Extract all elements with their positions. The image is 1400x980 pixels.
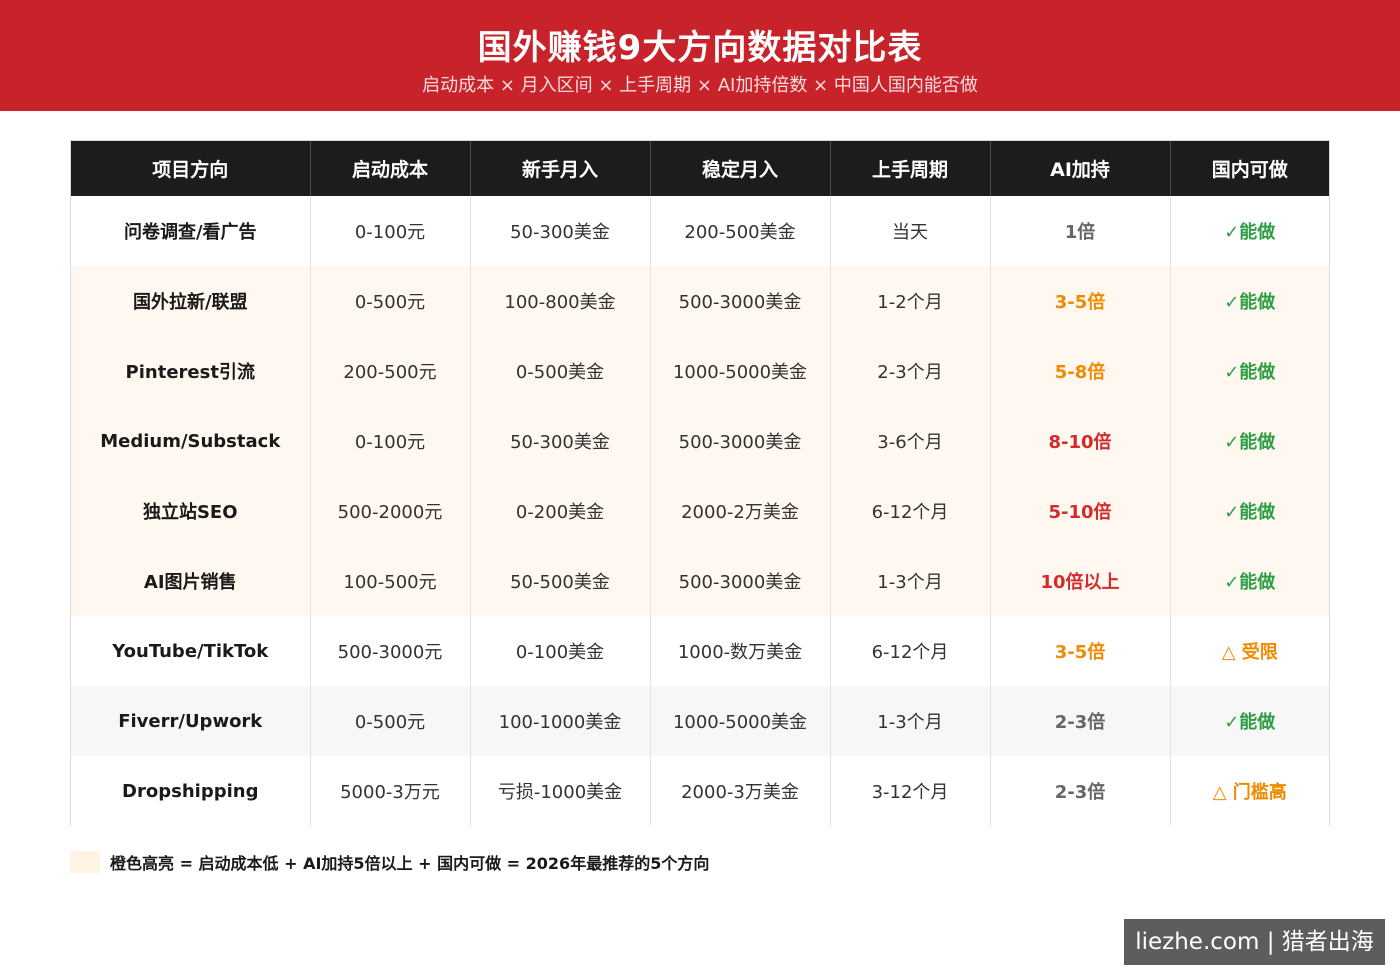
cell-stable-income: 200-500美金 xyxy=(649,196,830,266)
header-banner: 国外赚钱9大方向数据对比表 启动成本 × 月入区间 × 上手周期 × AI加持倍… xyxy=(0,0,1400,111)
comparison-table-container: 项目方向 启动成本 新手月入 稳定月入 上手周期 AI加持 国内可做 问卷调查/… xyxy=(70,140,1330,826)
cell-project: YouTube/TikTok xyxy=(71,616,310,686)
column-header-domestic: 国内可做 xyxy=(1169,141,1329,196)
cell-cost: 0-500元 xyxy=(309,686,470,756)
cell-domestic: ✓能做 xyxy=(1169,546,1329,616)
table-row: Fiverr/Upwork 0-500元 100-1000美金 1000-500… xyxy=(71,686,1329,756)
cell-domestic: ✓能做 xyxy=(1169,476,1329,546)
watermark-badge: liezhe.com | 猎者出海 xyxy=(1124,919,1385,965)
cell-ai-boost: 2-3倍 xyxy=(989,756,1170,826)
cell-period: 1-3个月 xyxy=(829,546,990,616)
legend-text: 橙色高亮 = 启动成本低 + AI加持5倍以上 + 国内可做 = 2026年最推… xyxy=(110,854,710,873)
cell-domestic: ✓能做 xyxy=(1169,196,1329,266)
cell-ai-boost: 2-3倍 xyxy=(989,686,1170,756)
cell-domestic: ✓能做 xyxy=(1169,406,1329,476)
cell-period: 3-6个月 xyxy=(829,406,990,476)
cell-cost: 200-500元 xyxy=(309,336,470,406)
cell-ai-boost: 8-10倍 xyxy=(989,406,1170,476)
cell-project: 独立站SEO xyxy=(71,476,310,546)
table-row: 国外拉新/联盟 0-500元 100-800美金 500-3000美金 1-2个… xyxy=(71,266,1329,336)
cell-period: 1-3个月 xyxy=(829,686,990,756)
cell-project: AI图片销售 xyxy=(71,546,310,616)
cell-newbie-income: 0-200美金 xyxy=(469,476,650,546)
table-row: Dropshipping 5000-3万元 亏损-1000美金 2000-3万美… xyxy=(71,756,1329,826)
table-header-row: 项目方向 启动成本 新手月入 稳定月入 上手周期 AI加持 国内可做 xyxy=(71,141,1329,196)
cell-ai-boost: 3-5倍 xyxy=(989,266,1170,336)
cell-cost: 5000-3万元 xyxy=(309,756,470,826)
cell-stable-income: 2000-2万美金 xyxy=(649,476,830,546)
cell-period: 6-12个月 xyxy=(829,476,990,546)
cell-domestic: △ 受限 xyxy=(1169,616,1329,686)
table-body: 问卷调查/看广告 0-100元 50-300美金 200-500美金 当天 1倍… xyxy=(71,196,1329,826)
table-row: 问卷调查/看广告 0-100元 50-300美金 200-500美金 当天 1倍… xyxy=(71,196,1329,266)
cell-domestic: ✓能做 xyxy=(1169,336,1329,406)
cell-stable-income: 2000-3万美金 xyxy=(649,756,830,826)
cell-period: 3-12个月 xyxy=(829,756,990,826)
cell-cost: 0-500元 xyxy=(309,266,470,336)
cell-stable-income: 1000-5000美金 xyxy=(649,686,830,756)
table-row: 独立站SEO 500-2000元 0-200美金 2000-2万美金 6-12个… xyxy=(71,476,1329,546)
cell-project: 问卷调查/看广告 xyxy=(71,196,310,266)
cell-newbie-income: 0-100美金 xyxy=(469,616,650,686)
column-header-cost: 启动成本 xyxy=(309,141,470,196)
cell-cost: 0-100元 xyxy=(309,196,470,266)
cell-domestic: ✓能做 xyxy=(1169,686,1329,756)
cell-period: 当天 xyxy=(829,196,990,266)
column-header-ai-boost: AI加持 xyxy=(989,141,1170,196)
table-row: Medium/Substack 0-100元 50-300美金 500-3000… xyxy=(71,406,1329,476)
page-title: 国外赚钱9大方向数据对比表 xyxy=(477,28,923,68)
cell-newbie-income: 50-500美金 xyxy=(469,546,650,616)
cell-cost: 500-2000元 xyxy=(309,476,470,546)
table-row: YouTube/TikTok 500-3000元 0-100美金 1000-数万… xyxy=(71,616,1329,686)
cell-domestic: △ 门槛高 xyxy=(1169,756,1329,826)
cell-ai-boost: 1倍 xyxy=(989,196,1170,266)
legend-swatch xyxy=(70,851,100,873)
cell-stable-income: 500-3000美金 xyxy=(649,266,830,336)
cell-cost: 0-100元 xyxy=(309,406,470,476)
cell-ai-boost: 5-8倍 xyxy=(989,336,1170,406)
cell-period: 6-12个月 xyxy=(829,616,990,686)
cell-stable-income: 500-3000美金 xyxy=(649,546,830,616)
cell-ai-boost: 10倍以上 xyxy=(989,546,1170,616)
cell-newbie-income: 50-300美金 xyxy=(469,196,650,266)
cell-newbie-income: 0-500美金 xyxy=(469,336,650,406)
cell-project: Fiverr/Upwork xyxy=(71,686,310,756)
cell-stable-income: 500-3000美金 xyxy=(649,406,830,476)
page-subtitle: 启动成本 × 月入区间 × 上手周期 × AI加持倍数 × 中国人国内能否做 xyxy=(422,75,978,96)
cell-ai-boost: 5-10倍 xyxy=(989,476,1170,546)
column-header-period: 上手周期 xyxy=(829,141,990,196)
column-header-project: 项目方向 xyxy=(71,141,310,196)
column-header-stable-income: 稳定月入 xyxy=(649,141,830,196)
cell-stable-income: 1000-数万美金 xyxy=(649,616,830,686)
cell-project: Dropshipping xyxy=(71,756,310,826)
cell-newbie-income: 100-800美金 xyxy=(469,266,650,336)
cell-stable-income: 1000-5000美金 xyxy=(649,336,830,406)
cell-period: 2-3个月 xyxy=(829,336,990,406)
cell-newbie-income: 100-1000美金 xyxy=(469,686,650,756)
cell-period: 1-2个月 xyxy=(829,266,990,336)
comparison-table: 项目方向 启动成本 新手月入 稳定月入 上手周期 AI加持 国内可做 问卷调查/… xyxy=(71,141,1329,826)
cell-project: Pinterest引流 xyxy=(71,336,310,406)
cell-project: 国外拉新/联盟 xyxy=(71,266,310,336)
cell-cost: 500-3000元 xyxy=(309,616,470,686)
table-row: AI图片销售 100-500元 50-500美金 500-3000美金 1-3个… xyxy=(71,546,1329,616)
cell-ai-boost: 3-5倍 xyxy=(989,616,1170,686)
cell-newbie-income: 50-300美金 xyxy=(469,406,650,476)
cell-cost: 100-500元 xyxy=(309,546,470,616)
cell-newbie-income: 亏损-1000美金 xyxy=(469,756,650,826)
cell-project: Medium/Substack xyxy=(71,406,310,476)
table-row: Pinterest引流 200-500元 0-500美金 1000-5000美金… xyxy=(71,336,1329,406)
cell-domestic: ✓能做 xyxy=(1169,266,1329,336)
column-header-newbie-income: 新手月入 xyxy=(469,141,650,196)
